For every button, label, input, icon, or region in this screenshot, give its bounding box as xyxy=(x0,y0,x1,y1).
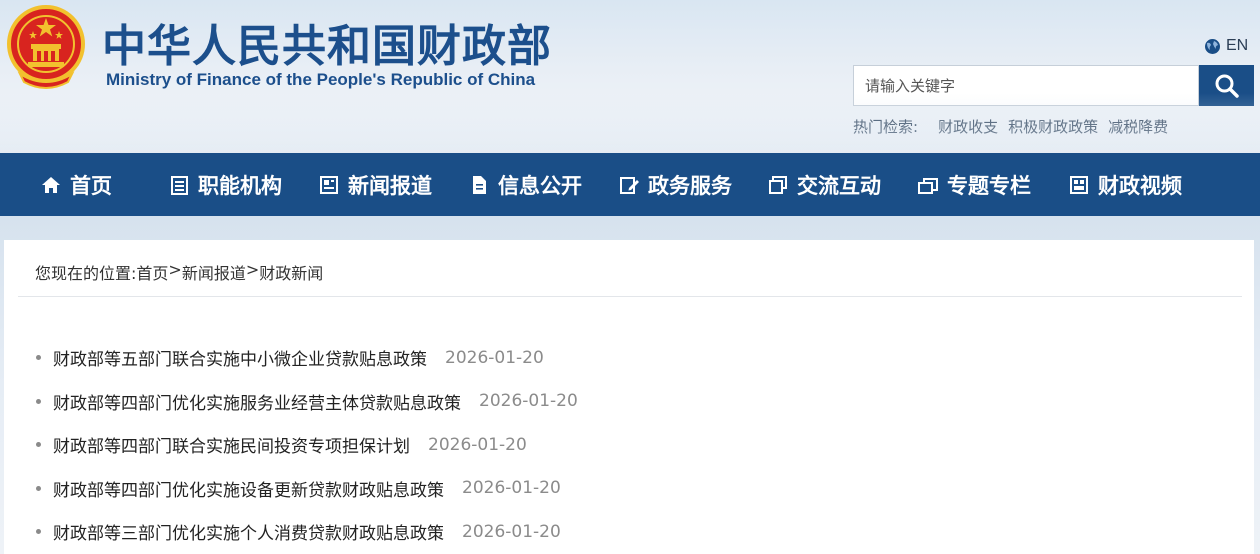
news-date: 2026-01-20 xyxy=(479,391,578,412)
site-header: 中华人民共和国财政部 Ministry of Finance of the Pe… xyxy=(0,0,1260,153)
bullet-icon xyxy=(36,398,41,404)
national-emblem-icon[interactable] xyxy=(6,4,86,90)
breadcrumb-link-news[interactable]: 新闻报道 xyxy=(182,260,246,284)
breadcrumb-separator: > xyxy=(245,260,260,279)
nav-item-label: 财政视频 xyxy=(1098,173,1182,198)
breadcrumb-link-home[interactable]: 首页 xyxy=(136,260,168,284)
breadcrumb: 您现在的位置: 首页 > 新闻报道 > 财政新闻 xyxy=(35,260,323,284)
document-icon xyxy=(473,175,486,194)
list-icon xyxy=(171,175,188,195)
hot-search-link[interactable]: 积极财政政策 xyxy=(1008,116,1098,137)
news-title-link[interactable]: 财政部等四部门联合实施民间投资专项担保计划 xyxy=(53,432,410,457)
hot-search-link[interactable]: 财政收支 xyxy=(938,116,998,137)
list-item: 财政部等四部门联合实施民间投资专项担保计划 2026-01-20 xyxy=(36,423,578,467)
list-item: 财政部等五部门联合实施中小微企业贷款贴息政策 2026-01-20 xyxy=(36,336,578,380)
news-date: 2026-01-20 xyxy=(462,521,561,542)
hot-search-link[interactable]: 减税降费 xyxy=(1108,116,1168,137)
chat-icon xyxy=(769,175,787,194)
nav-item-finance-video[interactable]: 财政视频 xyxy=(1068,153,1182,216)
edit-icon xyxy=(620,176,639,194)
nav-item-label: 交流互动 xyxy=(797,173,881,198)
list-item: 财政部等四部门优化实施设备更新贷款财政贴息政策 2026-01-20 xyxy=(36,467,578,511)
nav-item-label: 政务服务 xyxy=(648,173,732,198)
nav-item-news[interactable]: 新闻报道 xyxy=(318,153,432,216)
nav-item-label: 首页 xyxy=(70,173,112,198)
breadcrumb-divider xyxy=(18,296,1242,297)
home-icon xyxy=(42,176,60,193)
news-title-link[interactable]: 财政部等四部门优化实施设备更新贷款财政贴息政策 xyxy=(53,476,444,501)
globe-icon xyxy=(1205,38,1220,54)
search-icon xyxy=(1215,74,1239,98)
search-button[interactable] xyxy=(1199,65,1254,106)
bullet-icon xyxy=(36,485,41,491)
nav-item-functions[interactable]: 职能机构 xyxy=(168,153,282,216)
hot-search-label: 热门检索: xyxy=(853,118,919,136)
news-date: 2026-01-20 xyxy=(462,478,561,499)
site-title-en: Ministry of Finance of the People's Repu… xyxy=(106,70,536,89)
nav-item-interaction[interactable]: 交流互动 xyxy=(767,153,881,216)
nav-item-info-disclosure[interactable]: 信息公开 xyxy=(468,153,582,216)
content-panel: 您现在的位置: 首页 > 新闻报道 > 财政新闻 财政部等五部门联合实施中小微企… xyxy=(4,240,1254,554)
news-date: 2026-01-20 xyxy=(428,434,527,455)
list-item: 财政部等四部门优化实施服务业经营主体贷款贴息政策 2026-01-20 xyxy=(36,380,578,424)
folder-icon xyxy=(918,177,938,194)
news-date: 2026-01-20 xyxy=(445,347,544,368)
nav-item-gov-services[interactable]: 政务服务 xyxy=(618,153,732,216)
breadcrumb-prefix: 您现在的位置: xyxy=(35,264,137,283)
newspaper-icon xyxy=(320,175,338,194)
nav-item-label: 新闻报道 xyxy=(348,173,432,198)
nav-item-label: 专题专栏 xyxy=(947,173,1031,198)
search-input[interactable] xyxy=(853,65,1199,106)
breadcrumb-link-finance-news[interactable]: 财政新闻 xyxy=(259,260,323,284)
list-item: 财政部等三部门优化实施个人消费贷款财政贴息政策 2026-01-20 xyxy=(36,510,578,554)
news-title-link[interactable]: 财政部等三部门优化实施个人消费贷款财政贴息政策 xyxy=(53,519,444,544)
site-title-cn: 中华人民共和国财政部 xyxy=(102,21,552,72)
bullet-icon xyxy=(36,355,41,361)
nav-item-special-topics[interactable]: 专题专栏 xyxy=(917,153,1031,216)
hot-search: 热门检索: 财政收支 积极财政政策 减税降费 xyxy=(853,116,1178,137)
main-nav: 首页 职能机构 新闻报道 信息公开 政务服务 交流互动 专题专栏 财政视频 xyxy=(0,153,1260,216)
language-label: EN xyxy=(1226,37,1249,54)
news-title-link[interactable]: 财政部等四部门优化实施服务业经营主体贷款贴息政策 xyxy=(53,389,461,414)
bullet-icon xyxy=(36,529,41,535)
nav-item-home[interactable]: 首页 xyxy=(40,153,112,216)
breadcrumb-separator: > xyxy=(168,260,182,279)
bullet-icon xyxy=(36,442,41,448)
nav-item-label: 信息公开 xyxy=(498,173,582,198)
video-icon xyxy=(1070,175,1088,194)
language-switch[interactable]: EN xyxy=(1204,37,1248,55)
news-list: 财政部等五部门联合实施中小微企业贷款贴息政策 2026-01-20 财政部等四部… xyxy=(36,336,578,554)
nav-item-label: 职能机构 xyxy=(198,173,282,198)
news-title-link[interactable]: 财政部等五部门联合实施中小微企业贷款贴息政策 xyxy=(53,345,427,370)
